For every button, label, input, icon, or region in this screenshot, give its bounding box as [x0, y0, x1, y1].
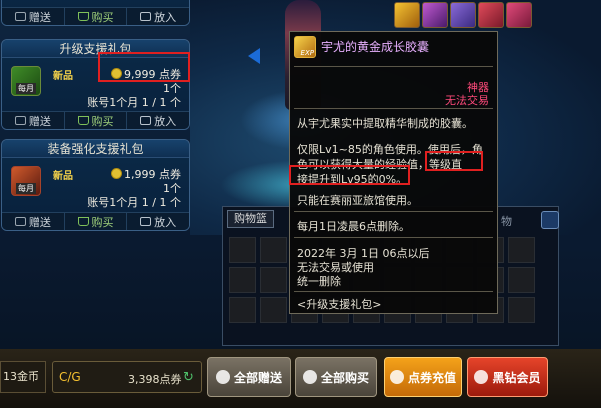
basket-label: 放入 [154, 215, 177, 229]
item-source: <升级支援礼包> [297, 298, 382, 311]
monthly-tag: 每月 [16, 83, 36, 94]
package-limit: 账号1个月 1 / 1 个 [87, 96, 181, 109]
gift-label: 赠送 [28, 114, 51, 128]
cart-slot[interactable] [229, 237, 256, 263]
trade-status: 无法交易 [445, 94, 489, 107]
clear-box-icon[interactable] [478, 2, 504, 28]
diamond-icon [474, 370, 489, 384]
package-card-enhance[interactable]: 装备强化支援礼包 每月 新品 1,999 点券 1个 账号1个月 1 / 1 个… [1, 139, 190, 231]
exp-box-icon[interactable] [394, 2, 420, 28]
price-value: 1,999 [124, 168, 156, 181]
cart-slot[interactable] [508, 297, 535, 323]
clear-box-icon[interactable] [506, 2, 532, 28]
delete-note: 每月1日凌晨6点删除。 [297, 220, 410, 233]
buy-button[interactable]: 购买 [65, 8, 128, 25]
refresh-icon[interactable]: ↻ [183, 370, 194, 385]
cart-icon [77, 217, 89, 226]
package-thumbnail: 每月 [11, 66, 41, 96]
item-preview-icons [394, 2, 532, 28]
divider [294, 66, 493, 67]
exp-capsule-icon: EXP [294, 36, 316, 58]
gift-icon [14, 217, 26, 226]
vip-button[interactable]: 黑钻会员 [467, 357, 548, 397]
basket-label: 放入 [154, 10, 177, 24]
card-actions: 赠送 购买 放入 [2, 212, 189, 230]
basket-label: 放入 [154, 114, 177, 128]
highlight-box-level [289, 165, 410, 185]
monthly-tag: 每月 [16, 183, 36, 194]
buy-label: 购买 [91, 215, 114, 229]
clear-box-icon[interactable] [450, 2, 476, 28]
points-value: 3,398点券 [128, 373, 182, 386]
gift-label: 赠送 [28, 215, 51, 229]
buy-all-button[interactable]: 全部购买 [295, 357, 377, 397]
coupon-swap-icon: C/G [59, 370, 81, 384]
trash-icon[interactable] [541, 211, 559, 229]
divider [294, 211, 493, 212]
gift-all-label: 全部赠送 [233, 370, 282, 385]
basket-button[interactable]: 放入 [127, 8, 189, 25]
cart-slot[interactable] [229, 267, 256, 293]
new-badge: 新品 [53, 171, 73, 182]
cart-slot[interactable] [508, 237, 535, 263]
divider [294, 108, 493, 109]
item-description: 从宇尤果实中提取精华制成的胶囊。 [297, 117, 473, 130]
cart-slot[interactable] [508, 267, 535, 293]
gift-button[interactable]: 赠送 [2, 213, 65, 230]
cart-slot[interactable] [260, 267, 287, 293]
highlight-box-level [425, 151, 483, 171]
divider [294, 237, 493, 238]
item-name: 宇尤的黄金成长胶囊 [321, 40, 430, 54]
package-thumbnail: 每月 [11, 166, 41, 196]
coin-icon [111, 168, 122, 179]
gift-icon [215, 370, 230, 384]
basket-button[interactable]: 放入 [127, 112, 189, 129]
buy-button[interactable]: 购买 [65, 213, 128, 230]
points-balance: C/G 3,398点券 ↻ [52, 361, 202, 393]
cart-icon [302, 370, 317, 384]
divider [294, 291, 493, 292]
gold-balance: 13金币 [0, 361, 46, 393]
buy-label: 购买 [91, 10, 114, 24]
icon-tag: EXP [300, 49, 314, 57]
region-note: 只能在赛丽亚旅馆使用。 [297, 194, 418, 207]
package-limit: 账号1个月 1 / 1 个 [87, 196, 181, 209]
skill-box-icon[interactable] [422, 2, 448, 28]
basket-button[interactable]: 放入 [127, 213, 189, 230]
package-card[interactable]: 赠送 购买 放入 [1, 0, 190, 26]
cart-slot[interactable] [229, 297, 256, 323]
cart-slot[interactable] [260, 297, 287, 323]
package-title: 装备强化支援礼包 [2, 140, 189, 158]
expiry-note: 统一删除 [297, 275, 341, 288]
new-badge: 新品 [53, 71, 73, 82]
card-actions: 赠送 购买 放入 [2, 7, 189, 25]
recharge-label: 点券充值 [407, 370, 456, 385]
gift-button[interactable]: 赠送 [2, 8, 65, 25]
gift-all-button[interactable]: 全部赠送 [207, 357, 291, 397]
coin-icon [389, 370, 404, 384]
recharge-button[interactable]: 点券充值 [384, 357, 462, 397]
buy-all-label: 全部购买 [320, 370, 369, 385]
cart-icon [77, 116, 89, 125]
tab-other[interactable]: 物 [501, 213, 512, 229]
highlight-box-price [98, 52, 190, 82]
bottom-bar: 13金币 C/G 3,398点券 ↻ 全部赠送 全部购买 点券充值 黑钻会员 [0, 349, 601, 408]
rotate-left-arrow-icon[interactable] [248, 48, 260, 64]
tab-cart[interactable]: 购物篮 [227, 210, 274, 228]
vip-label: 黑钻会员 [492, 370, 541, 385]
shop-window: 赠送 购买 放入 升级支援礼包 每月 新品 9,999 点券 1个 账号1个月 … [0, 0, 601, 408]
gift-label: 赠送 [28, 10, 51, 24]
cart-icon [77, 12, 89, 21]
buy-label: 购买 [91, 114, 114, 128]
basket-icon [140, 217, 152, 226]
basket-icon [140, 12, 152, 21]
gift-icon [14, 12, 26, 21]
cart-slot[interactable] [260, 237, 287, 263]
card-actions: 赠送 购买 放入 [2, 111, 189, 129]
buy-button[interactable]: 购买 [65, 112, 128, 129]
gift-icon [14, 116, 26, 125]
gift-button[interactable]: 赠送 [2, 112, 65, 129]
basket-icon [140, 116, 152, 125]
